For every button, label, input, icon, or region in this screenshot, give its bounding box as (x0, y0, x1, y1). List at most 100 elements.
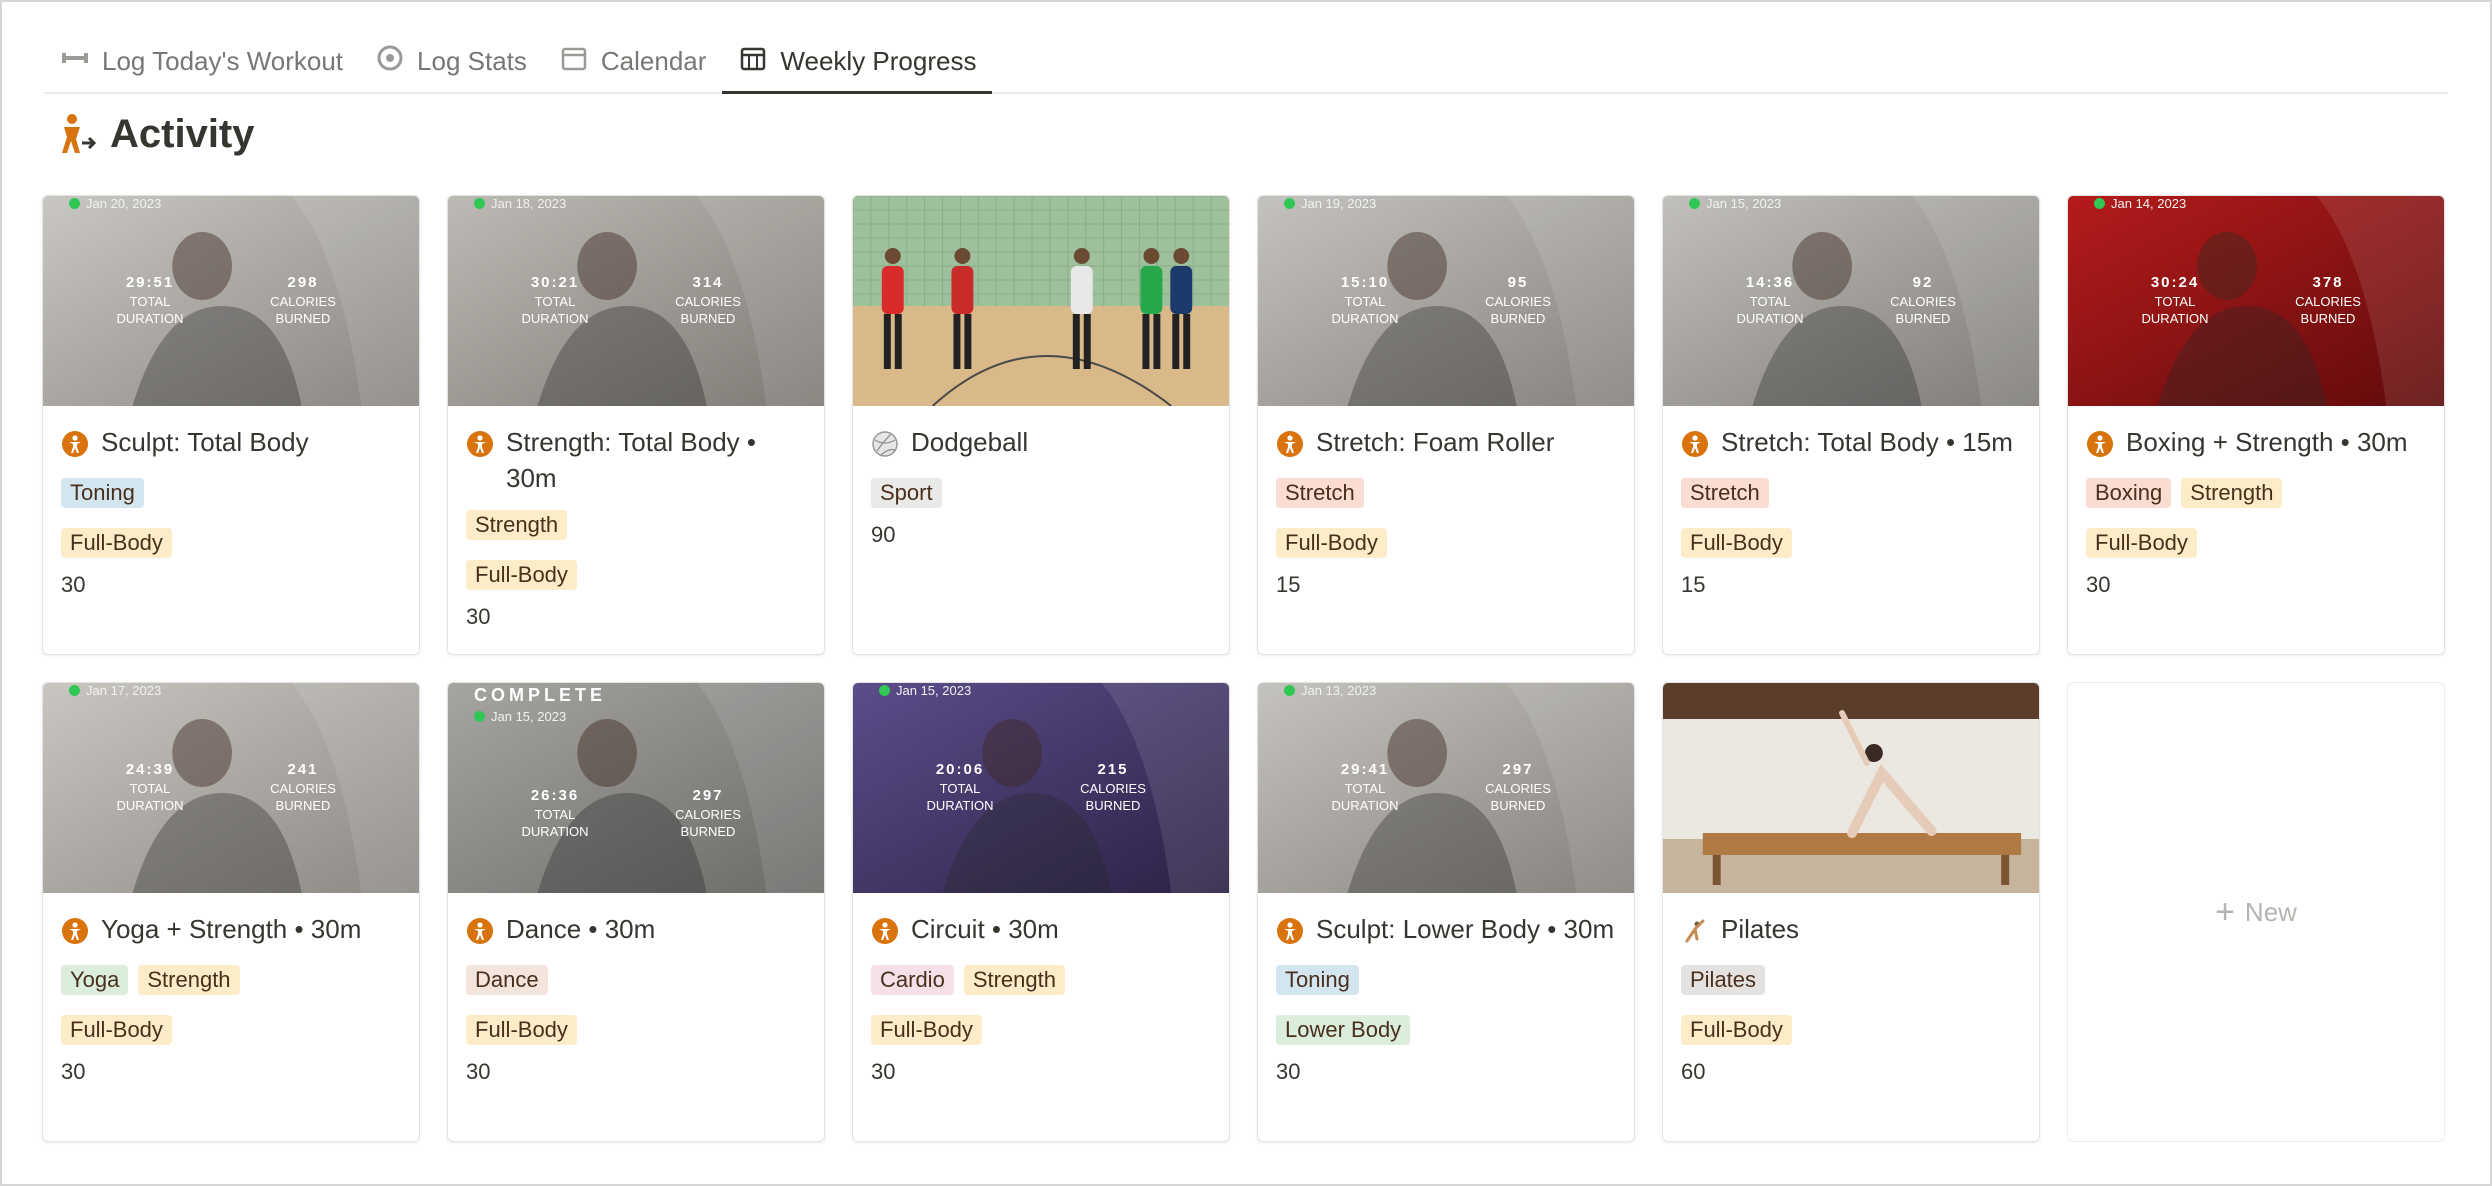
gallery-card-dance-30m[interactable]: COMPLETE Jan 15, 2023 26:36 TOTAL DURATION 2… (447, 682, 825, 1142)
tag-full-body: Full-Body (1681, 528, 1792, 558)
card-body: Circuit • 30m Cardio Strength Full-Body 30 (853, 893, 1229, 1085)
cover-duration-label: TOTAL DURATION (521, 807, 589, 839)
tab-log-today-s-workout[interactable]: Log Today's Workout (44, 30, 359, 92)
card-body: Dance • 30m Dance Full-Body 30 (448, 893, 824, 1085)
gallery-card-circuit-30m[interactable]: Jan 15, 2023 20:06 TOTAL DURATION 215 CALORI… (852, 682, 1230, 1142)
card-duration: 60 (1681, 1059, 1706, 1084)
check-icon (474, 198, 485, 209)
tab-calendar[interactable]: Calendar (543, 30, 723, 92)
card-tags: Toning Full-Body (61, 478, 401, 558)
card-tags: Yoga Strength Full-Body (61, 965, 401, 1045)
cover-calories-label: CALORIES BURNED (1890, 294, 1956, 326)
tag-full-body: Full-Body (2086, 528, 2197, 558)
card-duration: 30 (466, 604, 491, 629)
person-icon (2086, 430, 2114, 458)
gallery-card-sculpt-lower-body-30m[interactable]: Jan 13, 2023 29:41 TOTAL DURATION 297 CALORI… (1257, 682, 1635, 1142)
gallery-card-stretch-foam-roller[interactable]: Jan 19, 2023 15:10 TOTAL DURATION 95 CALORIE… (1257, 195, 1635, 655)
cover-total-duration: 14:36 TOTAL DURATION (1725, 274, 1815, 327)
new-card-label: New (2244, 896, 2297, 927)
person-icon (466, 430, 494, 458)
cover-duration-label: TOTAL DURATION (926, 781, 994, 813)
gallery-card-yoga-strength-30m[interactable]: Jan 17, 2023 24:39 TOTAL DURATION 241 CALORI… (42, 682, 420, 1142)
cover-total-duration: 30:21 TOTAL DURATION (510, 274, 600, 327)
card-body: Yoga + Strength • 30m Yoga Strength Full-Bo… (43, 893, 419, 1085)
gallery-card-dodgeball[interactable]: Dodgeball Sport 90 (852, 195, 1230, 655)
cover-duration-value: 29:51 (125, 274, 175, 291)
cover-duration-value: 30:24 (2150, 274, 2200, 291)
tag-toning: Toning (1276, 965, 1359, 995)
cover-date: Jan 20, 2023 (69, 196, 161, 211)
card-title: Dodgeball (911, 427, 1029, 457)
cover-duration-label: TOTAL DURATION (116, 294, 184, 326)
tag-strength: Strength (963, 965, 1065, 995)
gallery-card-boxing-strength-30m[interactable]: Jan 14, 2023 30:24 TOTAL DURATION 378 CALORI… (2067, 195, 2445, 655)
gallery-card-strength-total-body-30m[interactable]: Jan 18, 2023 30:21 TOTAL DURATION 314 CALORI… (447, 195, 825, 655)
tag-full-body: Full-Body (466, 1015, 577, 1045)
card-cover-image: Jan 14, 2023 30:24 TOTAL DURATION 378 CALORI… (2068, 196, 2444, 406)
card-duration: 30 (2086, 572, 2111, 597)
cover-date: Jan 13, 2023 (1284, 683, 1376, 698)
page-heading: Activity (58, 112, 255, 157)
tag-full-body: Full-Body (1681, 1015, 1792, 1045)
card-cover-image: COMPLETE Jan 15, 2023 26:36 TOTAL DURATION 2… (448, 683, 824, 893)
tab-label: Weekly Progress (780, 45, 977, 76)
card-tags: Dance Full-Body (466, 965, 806, 1045)
card-duration: 30 (871, 1059, 896, 1084)
cover-calories-value: 314 (692, 274, 724, 291)
card-title-row: Circuit • 30m (871, 911, 1211, 951)
cover-total-duration: 26:36 TOTAL DURATION (510, 787, 600, 840)
cover-duration-value: 29:41 (1340, 761, 1390, 778)
tab-weekly-progress[interactable]: Weekly Progress (722, 30, 993, 94)
card-title: Boxing + Strength • 30m (2126, 427, 2408, 457)
card-body: Strength: Total Body • 30m Strength Full-B… (448, 406, 824, 630)
activity-person-icon (62, 113, 97, 153)
gallery-card-stretch-total-body-15m[interactable]: Jan 15, 2023 14:36 TOTAL DURATION 92 CALORIE… (1662, 195, 2040, 655)
person-icon (61, 917, 89, 945)
card-tags: Stretch Full-Body (1681, 478, 2021, 558)
cover-duration-value: 30:21 (530, 274, 580, 291)
cover-calories-label: CALORIES BURNED (675, 807, 741, 839)
gallery-card-pilates[interactable]: Pilates Pilates Full-Body 60 (1662, 682, 2040, 1142)
person-icon (466, 917, 494, 945)
card-tags: Toning Lower Body (1276, 965, 1616, 1045)
tag-dance: Dance (466, 965, 548, 995)
tab-label: Log Today's Workout (102, 45, 344, 76)
tab-log-stats[interactable]: Log Stats (359, 30, 543, 92)
tab-label: Log Stats (417, 45, 527, 76)
cover-duration-label: TOTAL DURATION (521, 294, 589, 326)
cover-date-text: Jan 15, 2023 (896, 683, 972, 698)
card-title: Sculpt: Lower Body • 30m (1316, 914, 1615, 944)
card-body: Pilates Pilates Full-Body 60 (1663, 893, 2039, 1085)
cover-calories-burned: 378 CALORIES BURNED (2283, 274, 2373, 327)
card-tags: Cardio Strength Full-Body (871, 965, 1211, 1045)
card-title: Stretch: Foam Roller (1316, 427, 1555, 457)
card-title: Yoga + Strength • 30m (101, 914, 362, 944)
person-icon (871, 917, 899, 945)
card-title-row: Pilates (1681, 911, 2021, 951)
tag-toning: Toning (61, 478, 144, 508)
card-title-row: Strength: Total Body • 30m (466, 424, 806, 496)
tag-pilates: Pilates (1681, 965, 1766, 995)
new-card-button[interactable]: + New (2067, 682, 2445, 1142)
cover-date-text: Jan 14, 2023 (2111, 196, 2187, 211)
cover-date-text: Jan 17, 2023 (86, 683, 162, 698)
target-icon (375, 43, 405, 80)
page-title: Activity (110, 112, 255, 156)
cover-duration-value: 24:39 (125, 761, 175, 778)
cover-calories-burned: 298 CALORIES BURNED (258, 274, 348, 327)
tag-full-body: Full-Body (1276, 528, 1387, 558)
card-title-row: Yoga + Strength • 30m (61, 911, 401, 951)
card-title-row: Dodgeball (871, 424, 1211, 464)
card-title: Circuit • 30m (911, 914, 1059, 944)
check-icon (1284, 198, 1295, 209)
gallery-card-sculpt-total-body[interactable]: Jan 20, 2023 29:51 TOTAL DURATION 298 CALORI… (42, 195, 420, 655)
cover-date: Jan 15, 2023 (879, 683, 971, 698)
cover-date-text: Jan 20, 2023 (86, 196, 162, 211)
card-title: Dance • 30m (506, 914, 656, 944)
cover-duration-value: 15:10 (1340, 274, 1390, 291)
cover-calories-value: 215 (1097, 761, 1129, 778)
tag-full-body: Full-Body (871, 1015, 982, 1045)
cover-date: Jan 19, 2023 (1284, 196, 1376, 211)
card-title-row: Stretch: Total Body • 15m (1681, 424, 2021, 464)
card-duration: 30 (61, 1059, 86, 1084)
